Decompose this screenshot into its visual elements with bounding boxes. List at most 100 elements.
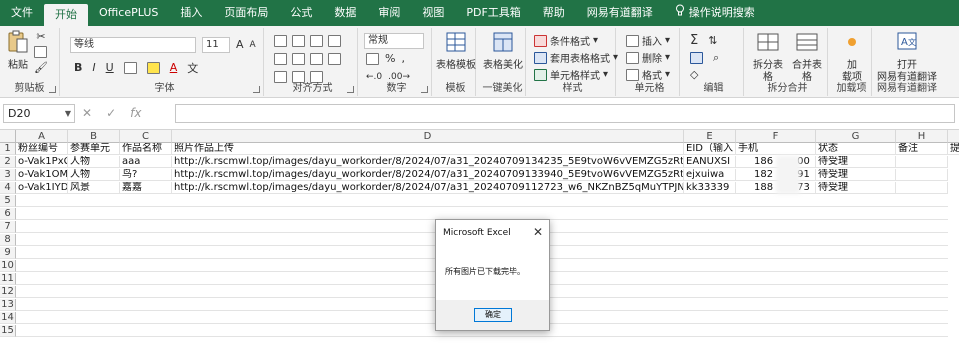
table-cell[interactable]: 待受理 [816,169,896,181]
table-cell[interactable]: 鸟? [120,169,172,181]
table-cell[interactable] [896,182,948,194]
table-cell[interactable]: 嘉嘉 [120,182,172,194]
table-cell[interactable]: 风景 [68,182,120,194]
table-header-cell[interactable]: 粉丝编号 [16,143,68,155]
table-cell[interactable]: o-Vak1IYD [16,182,68,194]
tab-home[interactable]: 开始 [44,4,88,26]
column-header[interactable]: H [896,130,948,143]
font-size-dropdown[interactable]: 11 [202,36,230,53]
align-right-icon[interactable] [310,52,323,65]
tell-me-search[interactable]: 操作说明搜索 [664,0,766,26]
row-header[interactable]: 7 [0,221,16,233]
table-header-cell[interactable]: EID（输入 [684,143,736,155]
percent-icon[interactable]: % [385,52,395,65]
table-header-cell[interactable]: 提 [948,143,959,155]
tab-pdf-toolbox[interactable]: PDF工具箱 [455,0,531,26]
font-launcher[interactable] [253,86,260,93]
tab-officeplus[interactable]: OfficePLUS [88,0,169,26]
table-header-cell[interactable]: 照片作品上传 [172,143,684,155]
name-box[interactable]: D20 ▼ [3,104,75,123]
select-all-corner[interactable] [0,130,16,143]
tab-review[interactable]: 审阅 [367,0,411,26]
format-as-table-button[interactable]: 套用表格格式 ▾ [534,49,618,66]
number-launcher[interactable] [421,86,428,93]
find-select-icon[interactable]: ⌕ [713,51,719,65]
row-header[interactable]: 2 [0,156,16,168]
insert-function-icon[interactable]: fx [130,104,141,123]
conditional-formatting-button[interactable]: 条件格式 ▾ [534,32,598,49]
row-header[interactable]: 4 [0,182,16,194]
comma-style-icon[interactable]: , [401,52,405,65]
table-cell[interactable]: o-Vak1OM [16,169,68,181]
tab-page-layout[interactable]: 页面布局 [213,0,279,26]
row-header[interactable]: 15 [0,325,16,337]
table-header-cell[interactable]: 手机 [736,143,816,155]
align-center-icon[interactable] [292,52,305,65]
table-cell[interactable]: http://k.rscmwl.top/images/dayu_workorde… [172,182,684,194]
wrap-text-icon[interactable] [328,34,341,47]
row-header[interactable]: 8 [0,234,16,246]
cut-icon[interactable]: ✂ [36,30,45,43]
table-cell[interactable]: 人物 [68,156,120,168]
underline-button[interactable]: U [106,61,114,74]
table-cell[interactable] [896,156,948,168]
column-header[interactable]: C [120,130,172,143]
tab-help[interactable]: 帮助 [532,0,576,26]
table-header-cell[interactable]: 参赛单元 [68,143,120,155]
merge-center-icon[interactable] [328,52,341,65]
column-header[interactable]: G [816,130,896,143]
column-header[interactable]: E [684,130,736,143]
paste-button[interactable]: 粘贴 [5,30,31,72]
autosum-icon[interactable]: Σ [690,33,698,48]
merge-table-button[interactable]: 合并表格 [788,30,826,84]
table-cell[interactable]: http://k.rscmwl.top/images/dayu_workorde… [172,156,684,168]
row-header[interactable]: 11 [0,273,16,285]
row-header[interactable]: 9 [0,247,16,259]
sort-filter-icon[interactable]: ⇅ [708,34,717,47]
italic-button[interactable]: I [92,61,95,74]
ok-button[interactable]: 确定 [474,308,512,322]
font-color-icon[interactable]: A [170,61,178,74]
table-cell[interactable]: http://k.rscmwl.top/images/dayu_workorde… [172,169,684,181]
row-header[interactable]: 1 [0,143,16,155]
fill-color-icon[interactable] [146,61,160,74]
formula-input[interactable] [175,104,955,123]
align-middle-icon[interactable] [292,34,305,47]
copy-icon[interactable] [34,46,48,58]
tab-data[interactable]: 数据 [323,0,367,26]
tab-insert[interactable]: 插入 [169,0,213,26]
table-header-cell[interactable]: 作品名称 [120,143,172,155]
table-cell[interactable]: EANUXSI [684,156,736,168]
table-cell[interactable]: aaa [120,156,172,168]
close-icon[interactable]: ✕ [533,225,543,239]
row-header[interactable]: 13 [0,299,16,311]
number-format-dropdown[interactable]: 常规 [364,32,424,49]
empty-row[interactable] [16,195,948,207]
table-template-button[interactable]: 表格模板 [436,30,476,72]
split-table-button[interactable]: 拆分表格 [750,30,786,84]
alignment-launcher[interactable] [347,86,354,93]
align-bottom-icon[interactable] [310,34,323,47]
table-header-cell[interactable]: 状态 [816,143,896,155]
clipboard-launcher[interactable] [49,86,56,93]
column-header[interactable]: F [736,130,816,143]
row-header[interactable]: 10 [0,260,16,272]
accounting-format-icon[interactable] [366,52,379,65]
row-header[interactable]: 3 [0,169,16,181]
column-header[interactable]: D [172,130,684,143]
format-painter-icon[interactable]: 🖌 [34,61,48,74]
tab-youdao[interactable]: 网易有道翻译 [576,0,664,26]
font-shrink-icon[interactable]: A [250,40,256,50]
addins-button[interactable]: 加 载项 [832,30,872,84]
table-cell[interactable]: 待受理 [816,182,896,194]
align-left-icon[interactable] [274,52,287,65]
cancel-icon[interactable]: ✕ [82,104,92,123]
tab-formulas[interactable]: 公式 [279,0,323,26]
table-header-cell[interactable]: 备注 [896,143,948,155]
bold-button[interactable]: B [74,61,82,74]
table-cell[interactable]: 人物 [68,169,120,181]
phonetic-icon[interactable]: 文 [187,60,198,76]
table-cell[interactable] [896,169,948,181]
table-cell[interactable]: kk33339 [684,182,736,194]
align-top-icon[interactable] [274,34,287,47]
